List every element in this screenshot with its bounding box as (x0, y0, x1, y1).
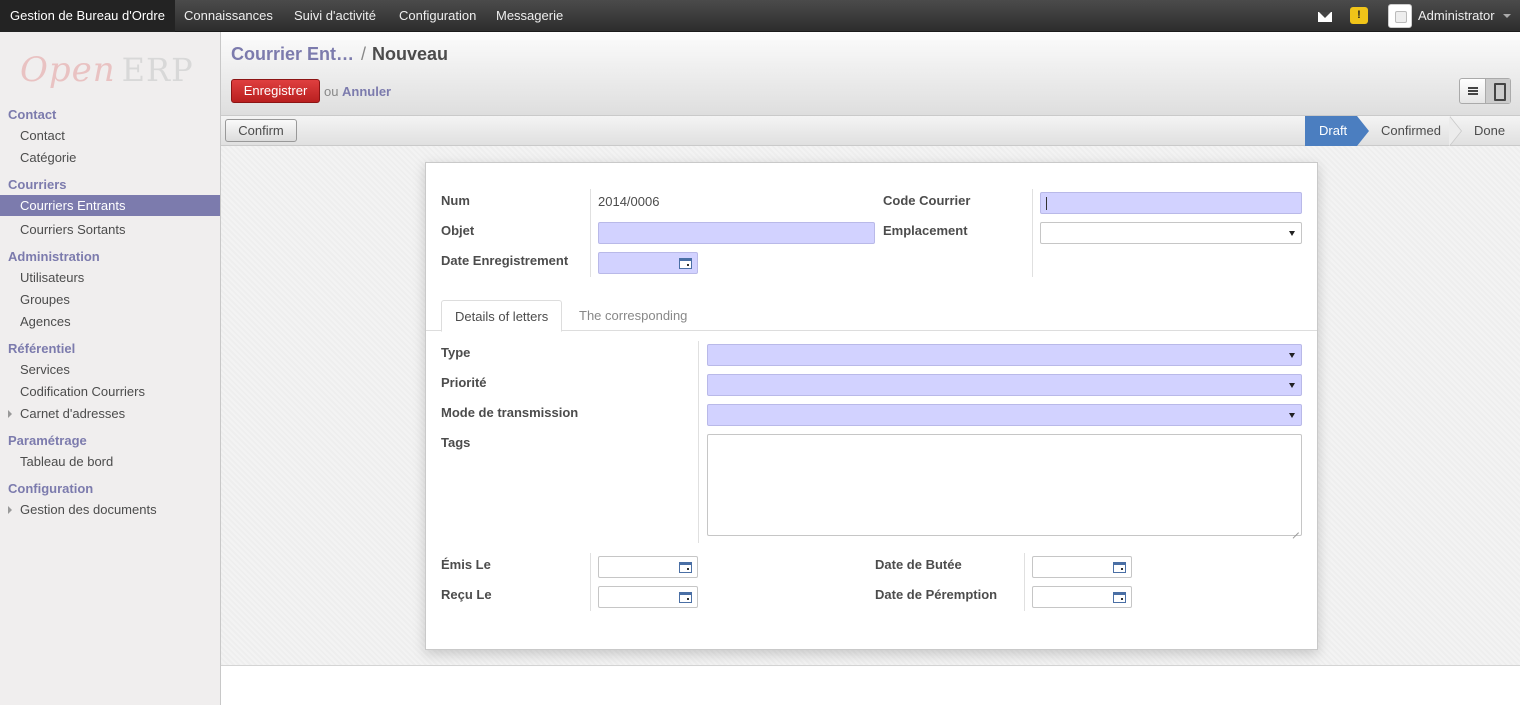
notebook-tabs: Details of letters The corresponding (426, 300, 1317, 332)
sidebar-item-courriers-sortants[interactable]: Courriers Sortants (0, 219, 220, 240)
view-switcher (1459, 78, 1511, 104)
priorite-label: Priorité (441, 375, 487, 390)
emis-le-label: Émis Le (441, 557, 491, 572)
recu-le-field[interactable] (598, 586, 698, 608)
date-enregistrement-field[interactable] (598, 252, 698, 274)
breadcrumb-separator: / (361, 44, 367, 64)
sidebar-item-tableau-de-bord[interactable]: Tableau de bord (0, 451, 220, 472)
view-header: Courrier Ent… / Nouveau Enregistrer ou A… (221, 32, 1520, 116)
top-menubar: Gestion de Bureau d'Ordre Connaissances … (0, 0, 1520, 32)
avatar[interactable] (1388, 4, 1412, 28)
calendar-icon[interactable] (679, 592, 692, 603)
user-menu[interactable]: Administrator (1418, 0, 1495, 31)
sidebar-item-label: Carnet d'adresses (20, 406, 126, 421)
date-peremption-field[interactable] (1032, 586, 1132, 608)
sidebar-item-utilisateurs[interactable]: Utilisateurs (0, 267, 220, 288)
tab-details-of-letters[interactable]: Details of letters (441, 300, 563, 332)
sidebar-section-courriers: Courriers (8, 177, 67, 192)
menu-configuration[interactable]: Configuration (389, 0, 486, 32)
page-title: Nouveau (372, 44, 449, 64)
sidebar-item-contact[interactable]: Contact (0, 125, 220, 146)
stage-draft[interactable]: Draft (1305, 116, 1369, 146)
sidebar-section-referentiel: Référentiel (8, 341, 76, 356)
objet-field[interactable] (598, 222, 875, 244)
text-cursor (1046, 197, 1047, 210)
mode-transmission-label: Mode de transmission (441, 405, 579, 420)
form-sheet: Num 2014/0006 Objet Date Enregistrement … (425, 162, 1318, 650)
expand-caret-icon[interactable] (8, 410, 12, 418)
type-label: Type (441, 345, 471, 360)
sidebar-section-parametrage: Paramétrage (8, 433, 87, 448)
tags-field[interactable] (707, 434, 1302, 536)
sidebar-item-categorie[interactable]: Catégorie (0, 147, 220, 168)
sidebar-item-codification-courriers[interactable]: Codification Courriers (0, 381, 220, 402)
divider (1032, 189, 1033, 277)
or-text: ou (324, 84, 339, 99)
calendar-icon[interactable] (1113, 562, 1126, 573)
chevron-down-icon[interactable] (1503, 14, 1511, 18)
status-bar: Confirm Draft Confirmed Done (221, 116, 1520, 146)
tab-the-corresponding[interactable]: The corresponding (566, 300, 700, 331)
menu-suivi-activite[interactable]: Suivi d'activité (284, 0, 386, 32)
menu-gestion-bureau-ordre[interactable]: Gestion de Bureau d'Ordre (0, 0, 175, 32)
confirm-button[interactable]: Confirm (225, 119, 297, 142)
mode-transmission-select[interactable] (707, 404, 1302, 426)
stage-confirmed[interactable]: Confirmed (1381, 116, 1441, 146)
form-view-icon[interactable] (1485, 79, 1510, 103)
expand-caret-icon[interactable] (8, 506, 12, 514)
emplacement-label: Emplacement (883, 223, 968, 238)
dropdown-arrow-icon[interactable] (1289, 413, 1295, 418)
sidebar-section-contact: Contact (8, 107, 57, 122)
emplacement-select[interactable] (1040, 222, 1302, 244)
calendar-icon[interactable] (679, 258, 692, 269)
resize-handle-icon[interactable] (1290, 524, 1300, 534)
sidebar-item-carnet-adresses[interactable]: Carnet d'adresses (0, 403, 220, 424)
sidebar-item-groupes[interactable]: Groupes (0, 289, 220, 310)
list-view-icon[interactable] (1460, 79, 1485, 103)
type-select[interactable] (707, 344, 1302, 366)
sidebar-item-gestion-documents[interactable]: Gestion des documents (0, 499, 220, 520)
dropdown-arrow-icon[interactable] (1289, 231, 1295, 236)
mail-icon[interactable] (1318, 12, 1332, 22)
date-butee-field[interactable] (1032, 556, 1132, 578)
divider (590, 553, 591, 611)
sidebar-section-administration: Administration (8, 249, 100, 264)
cancel-button[interactable]: Annuler (342, 84, 391, 99)
breadcrumb-link[interactable]: Courrier Ent… (231, 44, 354, 65)
dropdown-arrow-icon[interactable] (1289, 383, 1295, 388)
divider (1024, 553, 1025, 611)
sidebar-section-configuration: Configuration (8, 481, 94, 496)
dropdown-arrow-icon[interactable] (1289, 353, 1295, 358)
sidebar-item-services[interactable]: Services (0, 359, 220, 380)
num-value: 2014/0006 (598, 194, 660, 209)
num-label: Num (441, 193, 470, 208)
calendar-icon[interactable] (1113, 592, 1126, 603)
code-courrier-field[interactable] (1040, 192, 1302, 214)
save-button[interactable]: Enregistrer (231, 79, 320, 103)
sidebar: Open ERP Contact Contact Catégorie Courri… (0, 32, 221, 705)
objet-label: Objet (441, 223, 475, 238)
sidebar-item-courriers-entrants[interactable]: Courriers Entrants (0, 195, 220, 216)
divider (590, 189, 591, 277)
emis-le-field[interactable] (598, 556, 698, 578)
calendar-icon[interactable] (679, 562, 692, 573)
date-enregistrement-label: Date Enregistrement (441, 253, 569, 268)
menu-messagerie[interactable]: Messagerie (486, 0, 573, 32)
date-butee-label: Date de Butée (875, 557, 962, 572)
menu-connaissances[interactable]: Connaissances (174, 0, 283, 32)
divider (698, 341, 699, 543)
warning-icon[interactable]: ! (1350, 7, 1368, 24)
recu-le-label: Reçu Le (441, 587, 492, 602)
priorite-select[interactable] (707, 374, 1302, 396)
tags-label: Tags (441, 435, 471, 450)
code-courrier-label: Code Courrier (883, 193, 971, 208)
stage-done[interactable]: Done (1474, 116, 1505, 146)
stage-divider (1449, 116, 1464, 146)
openerp-logo: Open ERP (20, 50, 194, 90)
sidebar-item-label: Gestion des documents (20, 502, 157, 517)
date-peremption-label: Date de Péremption (875, 587, 998, 602)
sidebar-item-agences[interactable]: Agences (0, 311, 220, 332)
